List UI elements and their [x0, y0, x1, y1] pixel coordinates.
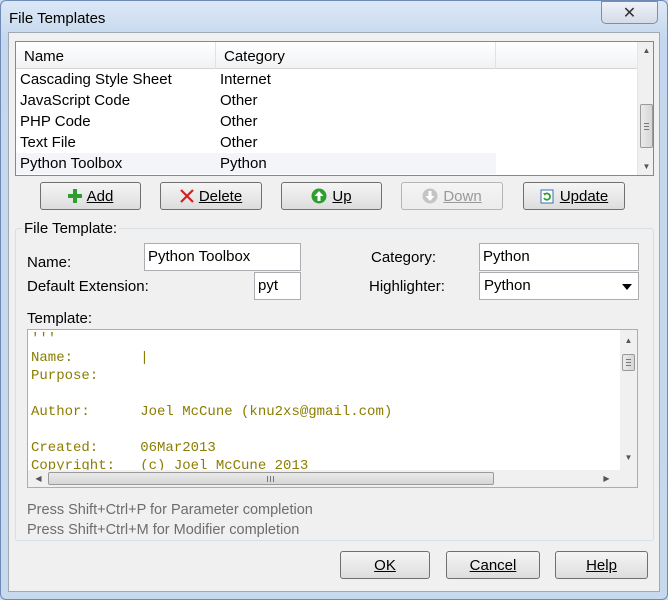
scroll-up-arrow-icon[interactable]: ▲	[638, 42, 653, 59]
cancel-label: Cancel	[469, 556, 517, 574]
modifier-completion-hint: Press Shift+Ctrl+M for Modifier completi…	[27, 522, 300, 538]
delete-x-icon	[180, 189, 194, 203]
scroll-down-arrow-icon[interactable]: ▼	[638, 158, 653, 175]
chevron-down-icon	[622, 284, 632, 290]
list-vertical-scrollbar[interactable]: ▲ ▼	[637, 42, 653, 175]
item-category: Other	[220, 113, 258, 130]
item-name: Cascading Style Sheet	[20, 71, 172, 88]
code-line: Author: Joel McCune (knu2xs@gmail.com)	[31, 404, 393, 420]
code-line: Name: |	[31, 350, 149, 366]
close-button[interactable]: ✕	[601, 1, 658, 24]
scroll-left-arrow-icon[interactable]: ◀	[30, 470, 47, 487]
editor-scroll-thumb[interactable]	[622, 354, 635, 371]
close-icon: ✕	[622, 4, 637, 22]
update-label: Update	[559, 187, 609, 205]
window-title: File Templates	[9, 10, 106, 27]
cancel-button[interactable]: Cancel	[446, 551, 540, 579]
up-arrow-icon	[311, 188, 327, 204]
name-input[interactable]: Python Toolbox	[144, 243, 301, 271]
template-editor[interactable]: ''' Name: | Purpose: Author: Joel McCune…	[27, 329, 638, 488]
editor-vertical-scrollbar[interactable]: ▲ ▼	[620, 330, 637, 470]
scroll-down-arrow-icon[interactable]: ▼	[620, 449, 637, 466]
list-header: Name Category	[16, 42, 637, 69]
highlighter-label: Highlighter:	[369, 278, 445, 295]
parameter-completion-hint: Press Shift+Ctrl+P for Parameter complet…	[27, 502, 313, 518]
down-button[interactable]: Down	[401, 182, 503, 210]
add-button[interactable]: Add	[40, 182, 141, 210]
item-category: Other	[220, 92, 258, 109]
default-extension-label: Default Extension:	[27, 278, 149, 295]
scroll-right-arrow-icon[interactable]: ▶	[598, 470, 615, 487]
ok-label: OK	[374, 556, 396, 574]
help-button[interactable]: Help	[555, 551, 648, 579]
highlighter-select[interactable]: Python	[479, 272, 639, 300]
item-name: JavaScript Code	[20, 92, 131, 109]
plus-icon	[67, 189, 82, 203]
code-line: '''	[31, 331, 57, 347]
up-button[interactable]: Up	[281, 182, 382, 210]
highlighter-value: Python	[484, 277, 531, 294]
scroll-up-arrow-icon[interactable]: ▲	[620, 332, 637, 349]
list-item[interactable]: PHP Code Other	[16, 111, 637, 132]
column-header-name[interactable]: Name	[16, 42, 216, 69]
editor-horizontal-scrollbar[interactable]: ◀ ▶	[28, 470, 637, 487]
delete-label: Delete	[198, 187, 243, 205]
item-name: PHP Code	[20, 113, 91, 130]
item-category: Other	[220, 134, 258, 151]
delete-button[interactable]: Delete	[160, 182, 262, 210]
editor-hscroll-thumb[interactable]	[48, 472, 494, 485]
item-name: Text File	[20, 134, 76, 151]
list-item[interactable]: JavaScript Code Other	[16, 90, 637, 111]
refresh-page-icon	[540, 189, 554, 203]
file-template-group-label: File Template:	[22, 220, 120, 237]
code-line: Created: 06Mar2013	[31, 440, 216, 456]
help-label: Help	[586, 556, 617, 574]
scroll-thumb[interactable]	[640, 104, 653, 148]
column-header-category[interactable]: Category	[216, 42, 496, 69]
code-line: Purpose:	[31, 368, 99, 384]
default-extension-input[interactable]: pyt	[254, 272, 301, 300]
list-item[interactable]: Cascading Style Sheet Internet	[16, 69, 637, 90]
name-label: Name:	[27, 254, 72, 271]
category-input[interactable]: Python	[479, 243, 639, 271]
item-category: Internet	[220, 71, 271, 88]
list-item-selected[interactable]: Python Toolbox Python	[16, 153, 496, 174]
down-arrow-icon	[422, 188, 438, 204]
item-category: Python	[220, 155, 267, 172]
ok-button[interactable]: OK	[340, 551, 430, 579]
add-label: Add	[86, 187, 114, 205]
down-label: Down	[443, 187, 482, 205]
update-button[interactable]: Update	[523, 182, 625, 210]
item-name: Python Toolbox	[20, 155, 123, 172]
category-label: Category:	[371, 249, 437, 266]
list-item[interactable]: Text File Other	[16, 132, 637, 153]
template-label: Template:	[27, 310, 93, 327]
templates-list[interactable]: Name Category Cascading Style Sheet Inte…	[15, 41, 654, 176]
up-label: Up	[332, 187, 352, 205]
